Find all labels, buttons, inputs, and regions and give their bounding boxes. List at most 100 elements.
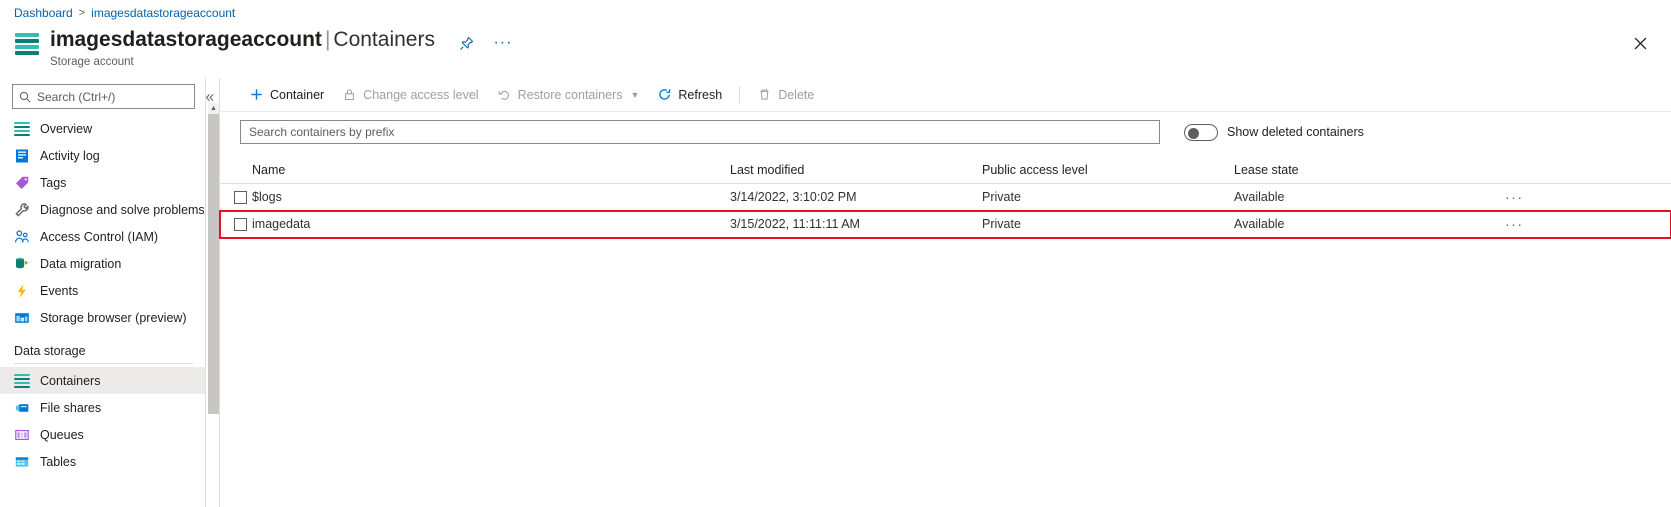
pin-icon[interactable]	[457, 33, 477, 53]
page-title-resource: imagesdatastorageaccount	[50, 28, 322, 51]
sidebar-item-label: Containers	[40, 373, 101, 388]
containers-table: Name Last modified Public access level L…	[219, 156, 1671, 239]
sidebar-item-events[interactable]: Events	[0, 277, 205, 304]
resource-type-label: Storage account	[50, 56, 134, 68]
sidebar-group-data-storage: Data storage	[0, 344, 205, 364]
cell-name[interactable]: imagedata	[252, 217, 730, 231]
sidebar-nav-list: Overview Activity log Tags Diagnose and …	[0, 115, 205, 475]
containers-icon	[14, 373, 30, 389]
events-lightning-icon	[14, 283, 30, 299]
sidebar-item-activity-log[interactable]: Activity log	[0, 142, 205, 169]
toolbar-separator	[739, 86, 741, 103]
sidebar-item-label: Events	[40, 283, 79, 298]
column-header-last-modified[interactable]: Last modified	[730, 163, 982, 177]
show-deleted-toggle-wrap: Show deleted containers	[1184, 123, 1364, 141]
page-title-separator: |	[324, 28, 331, 51]
sidebar-item-access-control[interactable]: Access Control (IAM)	[0, 223, 205, 250]
scrollbar-thumb[interactable]	[208, 114, 219, 414]
queues-icon	[14, 427, 30, 443]
undo-icon	[497, 87, 512, 102]
row-checkbox-cell	[220, 217, 252, 231]
row-checkbox-cell	[220, 190, 252, 204]
storage-account-icon	[14, 31, 40, 57]
main-content: Container Change access level Restore co…	[219, 78, 1671, 507]
sidebar-search-input[interactable]	[37, 89, 188, 104]
sidebar-search-wrap	[0, 78, 205, 109]
page-title: imagesdatastorageaccount | Containers	[50, 26, 435, 53]
add-container-button[interactable]: Container	[240, 81, 333, 109]
plus-icon	[249, 87, 264, 102]
more-ellipsis-icon[interactable]: ···	[1503, 216, 1526, 232]
scroll-up-arrow-icon[interactable]: ▲	[208, 103, 219, 114]
wrench-icon	[14, 202, 30, 218]
toolbar-button-label: Delete	[778, 87, 815, 102]
search-icon	[19, 91, 31, 103]
access-control-icon	[14, 229, 30, 245]
sidebar-item-tags[interactable]: Tags	[0, 169, 205, 196]
data-migration-icon	[14, 256, 30, 272]
sidebar-item-diagnose[interactable]: Diagnose and solve problems	[0, 196, 205, 223]
sidebar-search-box[interactable]	[12, 84, 195, 109]
table-row[interactable]: imagedata 3/15/2022, 11:11:11 AM Private…	[219, 210, 1671, 239]
sidebar-item-data-migration[interactable]: Data migration	[0, 250, 205, 277]
table-row[interactable]: $logs 3/14/2022, 3:10:02 PM Private Avai…	[220, 184, 1671, 211]
restore-containers-button[interactable]: Restore containers ▼	[488, 81, 649, 109]
sidebar-item-file-shares[interactable]: File shares	[0, 394, 205, 421]
more-ellipsis-icon[interactable]: ···	[1503, 189, 1526, 205]
cell-public-access-level: Private	[982, 217, 1021, 231]
show-deleted-containers-toggle[interactable]	[1184, 123, 1218, 141]
cell-name[interactable]: $logs	[252, 190, 730, 204]
toolbar-button-label: Restore containers	[517, 87, 623, 102]
breadcrumb-item-resource[interactable]: imagesdatastorageaccount	[91, 5, 235, 21]
toolbar-button-label: Refresh	[678, 87, 723, 102]
refresh-button[interactable]: Refresh	[648, 81, 731, 109]
sidebar-item-queues[interactable]: Queues	[0, 421, 205, 448]
change-access-level-button[interactable]: Change access level	[333, 81, 487, 109]
sidebar-item-containers[interactable]: Containers	[0, 367, 205, 394]
activity-log-icon	[14, 148, 30, 164]
sidebar-item-tables[interactable]: Tables	[0, 448, 205, 475]
cell-lease-state: Available	[1234, 190, 1285, 204]
close-x-icon[interactable]	[1627, 30, 1653, 56]
delete-button[interactable]: Delete	[748, 81, 823, 109]
more-ellipsis-icon[interactable]: ···	[493, 33, 513, 53]
breadcrumb-separator-icon: >	[78, 7, 86, 19]
breadcrumb: Dashboard > imagesdatastorageaccount	[14, 5, 235, 21]
azure-portal-blade: Dashboard > imagesdatastorageaccount ima…	[0, 0, 1671, 507]
breadcrumb-item-dashboard[interactable]: Dashboard	[14, 5, 73, 21]
sidebar-scrollbar[interactable]: ▲	[208, 103, 219, 507]
sidebar-item-label: Diagnose and solve problems	[40, 202, 205, 217]
cell-lease-state: Available	[1234, 217, 1285, 231]
sidebar-item-label: Tags	[40, 175, 67, 190]
page-title-section: Containers	[333, 28, 435, 51]
sidebar-item-label: Data migration	[40, 256, 122, 271]
show-deleted-containers-label: Show deleted containers	[1227, 125, 1364, 139]
sidebar-group-label: Data storage	[14, 344, 193, 364]
filter-row: Show deleted containers	[220, 112, 1671, 148]
sidebar-item-label: Activity log	[40, 148, 100, 163]
sidebar: Overview Activity log	[0, 78, 206, 507]
row-actions-cell: ···	[1464, 189, 1671, 205]
file-shares-icon	[14, 400, 30, 416]
sidebar-item-storage-browser[interactable]: Storage browser (preview)	[0, 304, 205, 331]
column-header-name[interactable]: Name	[252, 163, 730, 177]
chevron-down-icon: ▼	[630, 89, 640, 100]
storage-browser-icon	[14, 310, 30, 326]
sidebar-item-label: Tables	[40, 454, 77, 469]
refresh-icon	[657, 87, 672, 102]
lock-icon	[342, 87, 357, 102]
sidebar-item-label: Storage browser (preview)	[40, 310, 187, 325]
column-header-lease-state[interactable]: Lease state	[1234, 163, 1464, 177]
page-title-row: imagesdatastorageaccount | Containers Stor…	[14, 26, 513, 70]
sidebar-item-label: Access Control (IAM)	[40, 229, 159, 244]
sidebar-item-overview[interactable]: Overview	[0, 115, 205, 142]
toolbar-button-label: Container	[270, 87, 325, 102]
cell-last-modified: 3/14/2022, 3:10:02 PM	[730, 190, 857, 204]
prefix-search-input[interactable]	[249, 125, 1151, 139]
prefix-search-box[interactable]	[240, 120, 1160, 144]
column-header-public-access-level[interactable]: Public access level	[982, 163, 1234, 177]
row-checkbox[interactable]	[234, 190, 247, 204]
cell-last-modified: 3/15/2022, 11:11:11 AM	[730, 217, 860, 231]
row-checkbox[interactable]	[234, 217, 247, 231]
toggle-knob	[1188, 127, 1199, 139]
